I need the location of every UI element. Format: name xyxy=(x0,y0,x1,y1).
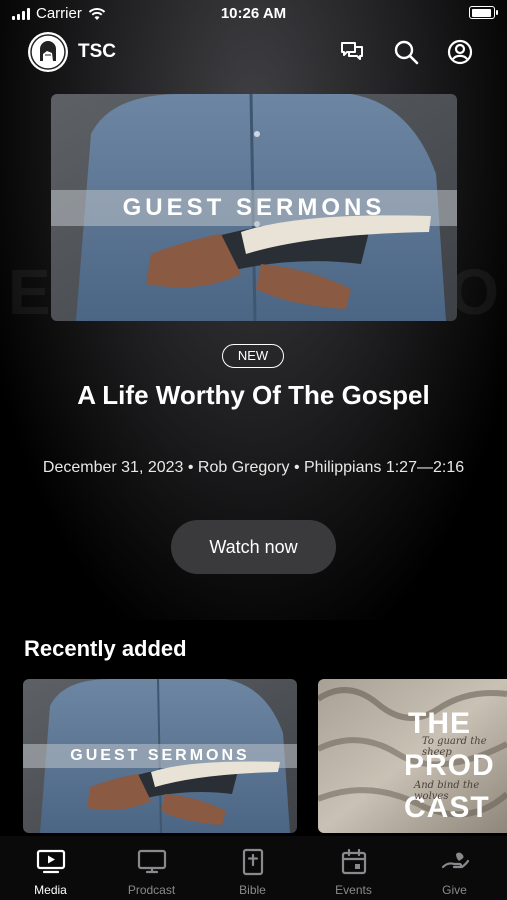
church-logo[interactable] xyxy=(28,32,68,72)
tab-media[interactable]: Media xyxy=(0,836,101,900)
prodcast-logo-text: THE PROD CAST xyxy=(404,703,495,829)
tab-prodcast[interactable]: Prodcast xyxy=(101,836,202,900)
tab-label: Give xyxy=(442,883,467,897)
tab-events[interactable]: Events xyxy=(303,836,404,900)
recently-added-title: Recently added xyxy=(24,636,187,661)
tab-label: Bible xyxy=(239,883,266,897)
new-badge: NEW xyxy=(222,344,284,368)
search-icon[interactable] xyxy=(392,38,420,66)
calendar-icon xyxy=(341,848,367,875)
app-name: TSC xyxy=(78,41,116,62)
prodcast-script-1: To guard the sheep xyxy=(422,736,487,758)
monitor-icon xyxy=(137,849,167,874)
tab-label: Events xyxy=(335,883,372,897)
watch-now-button[interactable]: Watch now xyxy=(171,520,336,574)
bible-icon xyxy=(242,848,264,876)
battery-icon xyxy=(469,6,498,19)
chat-bubbles-icon[interactable] xyxy=(338,38,366,66)
sermon-meta: December 31, 2023 • Rob Gregory • Philip… xyxy=(42,459,465,476)
tab-bible[interactable]: Bible xyxy=(202,836,303,900)
hero-image-caption: GUEST SERMONS xyxy=(122,194,386,221)
app-header: TSC xyxy=(0,30,507,74)
tab-label: Media xyxy=(34,883,67,897)
tab-give[interactable]: Give xyxy=(404,836,505,900)
play-screen-icon xyxy=(36,849,66,874)
hero-image[interactable]: GUEST SERMONS xyxy=(51,94,457,321)
tab-bar: Media Prodcast Bible Events Give xyxy=(0,836,507,900)
profile-icon[interactable] xyxy=(446,38,474,66)
status-time: 10:26 AM xyxy=(220,5,287,22)
media-card-prodcast[interactable]: THE PROD CAST To guard the sheep And bin… xyxy=(318,679,507,833)
tab-label: Prodcast xyxy=(127,883,176,897)
media-card-guest-sermons[interactable]: GUEST SERMONS xyxy=(23,679,297,833)
give-hand-icon xyxy=(441,852,470,869)
prodcast-script-2: And bind the wolves xyxy=(414,780,480,802)
status-bar: Carrier 10:26 AM xyxy=(0,0,507,28)
card-caption: GUEST SERMONS xyxy=(70,747,250,764)
sermon-title: A Life Worthy Of The Gospel xyxy=(77,380,430,410)
